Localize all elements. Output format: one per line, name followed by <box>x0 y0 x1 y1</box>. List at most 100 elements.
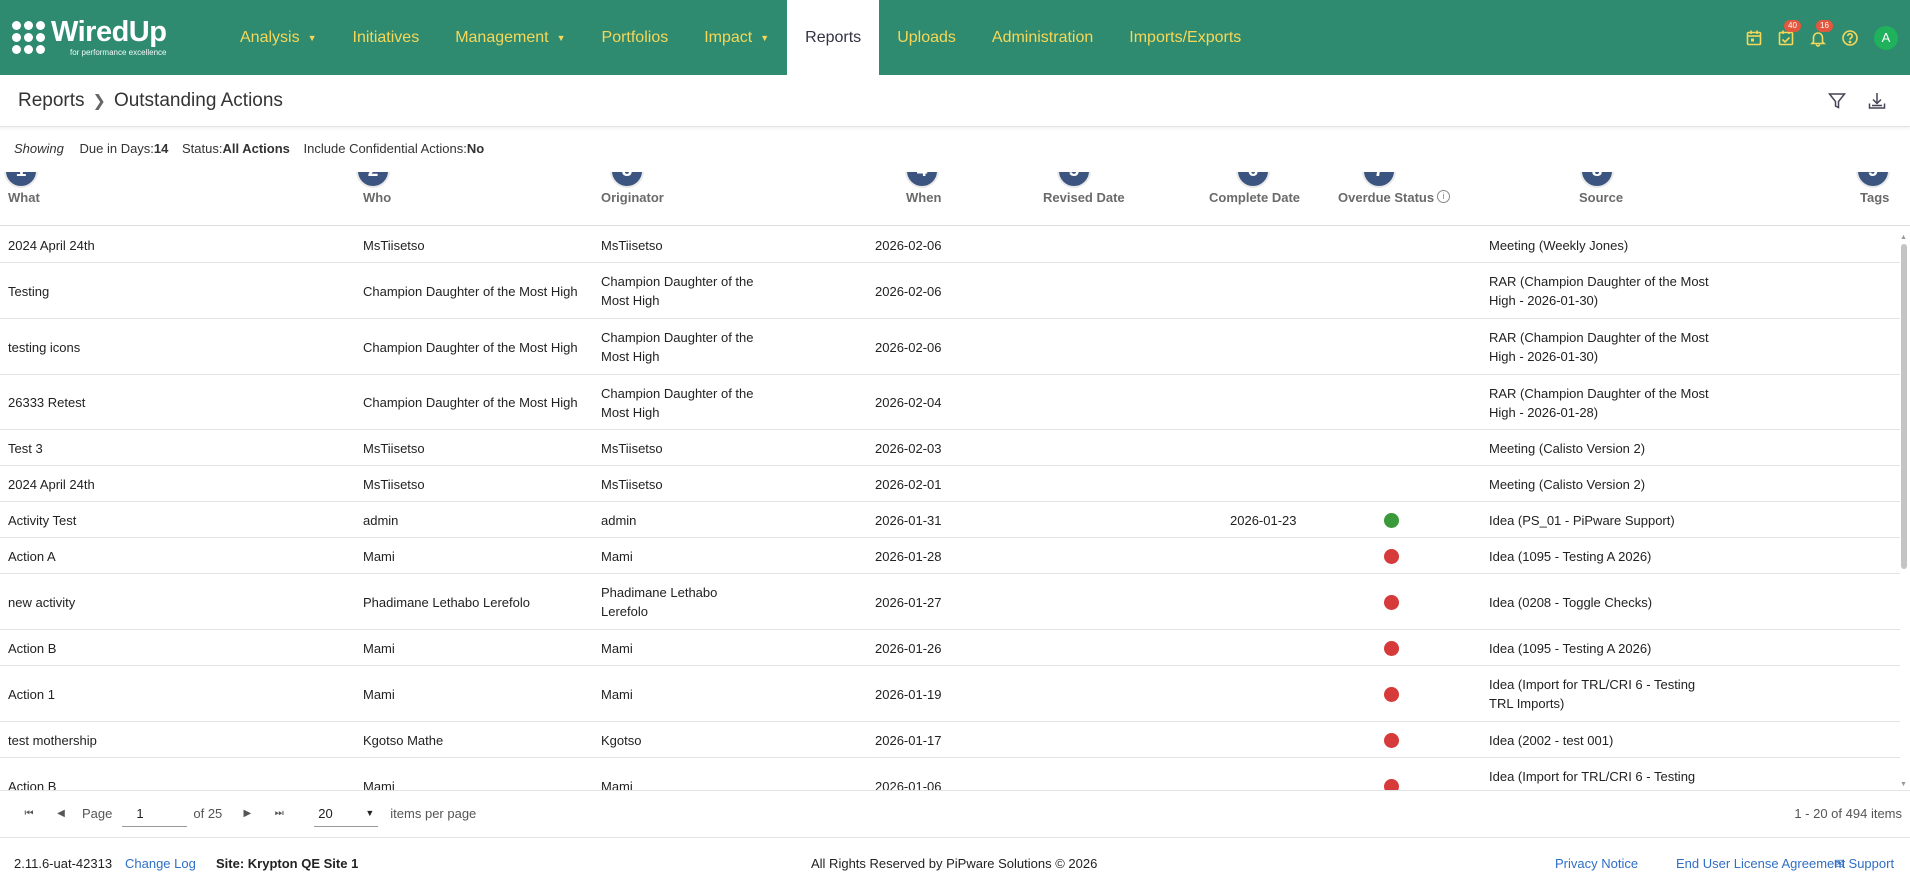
due-value: 14 <box>153 141 169 156</box>
cell-who: Champion Daughter of the Most High <box>363 393 578 412</box>
breadcrumb-parent[interactable]: Reports <box>18 90 85 112</box>
cell-what: Test 3 <box>8 439 43 458</box>
cell-originator-line: Kgotso <box>601 733 642 748</box>
overdue-status-green-dot <box>1384 513 1399 528</box>
next-page-icon[interactable]: ▶ <box>236 808 258 819</box>
column-header-originator[interactable]: Originator <box>601 190 664 205</box>
nav-item-imports-exports[interactable]: Imports/Exports <box>1111 0 1259 75</box>
user-avatar[interactable]: A <box>1874 25 1898 50</box>
table-row[interactable]: Testing Champion Daughter of the Most Hig… <box>0 263 1900 319</box>
scroll-thumb[interactable] <box>1901 244 1907 569</box>
page-header: Reports ❯ Outstanding Actions <box>0 75 1910 127</box>
table-row[interactable]: testing icons Champion Daughter of the Mo… <box>0 319 1900 375</box>
nav-item-impact[interactable]: Impact ▼ <box>686 0 787 75</box>
scroll-down-icon[interactable]: ▼ <box>1900 781 1907 788</box>
eula-link[interactable]: End User License Agreement <box>1676 856 1845 871</box>
support-link[interactable]: ✉ Support <box>1834 856 1894 872</box>
cell-when-line: 2026-02-01 <box>875 477 942 492</box>
cell-originator-line: Most High <box>601 293 660 308</box>
nav-item-uploads[interactable]: Uploads <box>879 0 974 75</box>
cell-source: Idea (2002 - test 001) <box>1489 731 1613 750</box>
overdue-status-red-dot <box>1384 641 1399 656</box>
due-label: Due in Days: <box>79 141 154 156</box>
cell-when: 2026-02-03 <box>875 439 942 458</box>
cell-source-line: Meeting (Calisto Version 2) <box>1489 441 1646 456</box>
column-header-what[interactable]: What <box>8 190 40 205</box>
cell-source-line: High - 2026-01-30) <box>1489 349 1599 364</box>
column-marker-4: 4 <box>905 172 939 188</box>
first-page-icon[interactable]: ⏮ <box>18 808 40 819</box>
page-input[interactable] <box>122 800 188 827</box>
cell-source: RAR (Champion Daughter of the Most High -… <box>1489 272 1709 310</box>
nav-item-analysis[interactable]: Analysis ▼ <box>222 0 335 75</box>
nav-item-management[interactable]: Management ▼ <box>437 0 583 75</box>
cell-who: Mami <box>363 777 395 790</box>
cell-complete-date: 2026-01-23 <box>1230 511 1297 530</box>
column-header-label: Originator <box>601 190 664 205</box>
nav-item-administration[interactable]: Administration <box>974 0 1111 75</box>
vertical-scrollbar[interactable]: ▲ ▼ <box>1900 234 1908 788</box>
column-header-overdue-status[interactable]: Overdue Status i <box>1338 190 1451 205</box>
table-row[interactable]: test mothership Kgotso Mathe Kgotso 2026-01… <box>0 722 1900 758</box>
calendar-icon[interactable] <box>1743 27 1765 49</box>
table-row[interactable]: Action B Mami Mami 2026-01-26 Idea (1095 - T… <box>0 630 1900 666</box>
privacy-link[interactable]: Privacy Notice <box>1555 856 1638 871</box>
cell-source-line: RAR (Champion Daughter of the Most <box>1489 386 1709 401</box>
per-page-select[interactable]: 20 ▼ <box>314 801 379 827</box>
cell-when-line: 2026-02-06 <box>875 340 942 355</box>
cell-originator: Kgotso <box>601 731 641 750</box>
tasks-icon[interactable]: 40 <box>1775 19 1801 49</box>
table-row[interactable]: 26333 Retest Champion Daughter of the Mos… <box>0 375 1900 430</box>
table-row[interactable]: 2024 April 24th MsTiisetso MsTiisetso 2026-… <box>0 466 1900 502</box>
scroll-up-icon[interactable]: ▲ <box>1900 234 1907 241</box>
support-icon: ✉ <box>1834 856 1845 871</box>
column-header-complete-date[interactable]: Complete Date <box>1209 190 1300 205</box>
cell-originator-line: admin <box>601 513 637 528</box>
cell-who: MsTiisetso <box>363 439 425 458</box>
nav-item-reports[interactable]: Reports <box>787 0 880 75</box>
help-icon[interactable] <box>1839 27 1861 49</box>
nav-item-portfolios[interactable]: Portfolios <box>584 0 687 75</box>
table-row[interactable]: Action A Mami Mami 2026-01-28 Idea (1095 - T… <box>0 538 1900 574</box>
cell-who: Phadimane Lethabo Lerefolo <box>363 593 530 612</box>
table-row[interactable]: new activity Phadimane Lethabo Lerefolo Ph… <box>0 574 1900 630</box>
cell-originator: Phadimane Lethabo Lerefolo <box>601 583 717 621</box>
cell-when: 2026-01-17 <box>875 731 942 750</box>
cell-what-line: Action A <box>8 549 56 564</box>
column-marker-9: 9 <box>1856 172 1890 188</box>
cell-originator: Champion Daughter of the Most High <box>601 272 753 310</box>
cell-who-line: MsTiisetso <box>363 238 425 253</box>
column-header-when[interactable]: When <box>906 190 941 205</box>
column-header-who[interactable]: Who <box>363 190 391 205</box>
prev-page-icon[interactable]: ◀ <box>50 808 72 819</box>
nav-item-label: Analysis <box>240 28 300 46</box>
changelog-link[interactable]: Change Log <box>125 856 196 871</box>
nav-item-initiatives[interactable]: Initiatives <box>335 0 438 75</box>
pager: ⏮ ◀ Page of 25 ▶ ⏭ 20 ▼ items per page 1… <box>0 790 1910 836</box>
cell-when-line: 2026-01-17 <box>875 733 942 748</box>
cell-what-line: Action 1 <box>8 687 55 702</box>
cell-originator-line: Champion Daughter of the <box>601 386 754 401</box>
caret-down-icon: ▼ <box>760 32 770 43</box>
download-icon[interactable] <box>1864 88 1890 114</box>
bell-icon[interactable]: 16 <box>1807 19 1833 49</box>
cell-when-line: 2026-01-31 <box>875 513 942 528</box>
info-icon[interactable]: i <box>1437 190 1451 203</box>
last-page-icon[interactable]: ⏭ <box>268 808 290 819</box>
table-row[interactable]: Test 3 MsTiisetso MsTiisetso 2026-02-03 Meet… <box>0 430 1900 466</box>
cell-who-line: Kgotso Mathe <box>363 733 444 748</box>
caret-down-icon: ▼ <box>307 32 317 43</box>
cell-when-line: 2026-01-19 <box>875 687 942 702</box>
filter-icon[interactable] <box>1824 88 1850 114</box>
table-row[interactable]: Action B Mami Mami 2026-01-06 Idea (Import f… <box>0 758 1900 790</box>
table-row[interactable]: Action 1 Mami Mami 2026-01-19 Idea (Import f… <box>0 666 1900 722</box>
table-row[interactable]: 2024 April 24th MsTiisetso MsTiisetso 2026-… <box>0 227 1900 263</box>
column-header-tags[interactable]: Tags <box>1860 190 1889 205</box>
cell-when: 2026-01-19 <box>875 685 942 704</box>
column-header-source[interactable]: Source <box>1579 190 1623 205</box>
app-logo[interactable]: WiredUp for performance excellence <box>0 0 222 75</box>
cell-what-line: new activity <box>8 595 76 610</box>
cell-who-line: MsTiisetso <box>363 441 425 456</box>
table-row[interactable]: Activity Test admin admin 2026-01-31 2026-01… <box>0 502 1900 538</box>
column-header-revised-date[interactable]: Revised Date <box>1043 190 1125 205</box>
